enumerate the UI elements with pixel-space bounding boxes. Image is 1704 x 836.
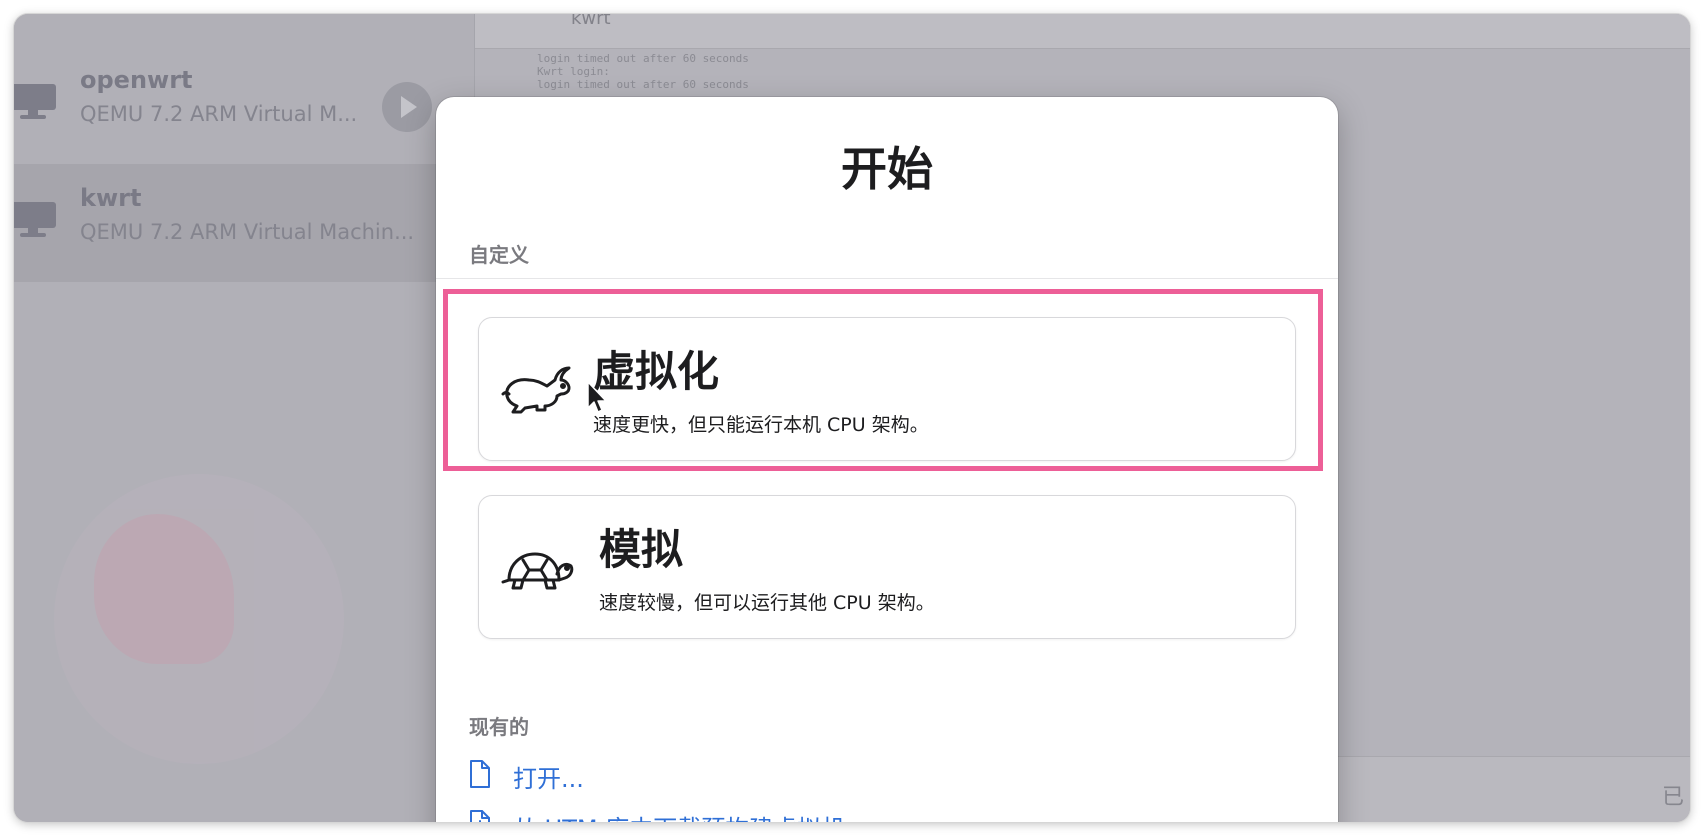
log-line: Kwrt login: [537, 65, 610, 78]
vm-sidebar: openwrt QEMU 7.2 ARM Virtual M... kwrt Q… [14, 14, 474, 822]
console-log: login timed out after 60 seconds Kwrt log… [537, 52, 749, 91]
log-line: login timed out after 60 seconds [537, 78, 749, 91]
monitor-icon [14, 84, 56, 119]
option-subtitle: 速度较慢，但可以运行其他 CPU 架构。 [599, 592, 935, 614]
vm-list-item-kwrt[interactable]: kwrt QEMU 7.2 ARM Virtual Machin... [14, 164, 474, 282]
app-window: openwrt QEMU 7.2 ARM Virtual M... kwrt Q… [14, 14, 1690, 822]
option-subtitle: 速度更快，但只能运行本机 CPU 架构。 [593, 414, 929, 436]
link-label: 从 UTM 库中下载预构建虚拟机... [513, 809, 868, 822]
vm-name: kwrt [80, 184, 142, 212]
play-button[interactable] [382, 82, 432, 132]
mouse-cursor-icon [587, 381, 607, 413]
emulate-option-button[interactable]: 模拟 速度较慢，但可以运行其他 CPU 架构。 [478, 495, 1296, 639]
section-label-existing: 现有的 [469, 715, 529, 739]
vm-name: openwrt [80, 66, 193, 94]
option-title: 虚拟化 [593, 347, 720, 396]
rabbit-icon [501, 366, 571, 414]
vm-description: QEMU 7.2 ARM Virtual Machin... [80, 220, 415, 244]
download-document-icon [470, 810, 490, 822]
section-label-custom: 自定义 [469, 243, 529, 267]
link-label: 打开... [513, 765, 584, 793]
console-title: kwrt [571, 14, 611, 29]
monitor-icon [14, 202, 56, 237]
divider [436, 278, 1338, 279]
log-line: login timed out after 60 seconds [537, 52, 749, 65]
document-icon [470, 760, 490, 788]
open-link[interactable]: 打开... [469, 759, 769, 793]
console-header: kwrt [475, 14, 1690, 49]
start-dialog: 开始 自定义 虚拟化 速度更快，但只能运行本机 CPU 架构。 模拟 速度较慢，… [436, 97, 1338, 822]
status-text: 已 [1661, 785, 1684, 810]
vm-description: QEMU 7.2 ARM Virtual M... [80, 102, 358, 126]
utm-logo-background [54, 474, 344, 764]
download-prebuilt-link[interactable]: 从 UTM 库中下载预构建虚拟机... [469, 809, 969, 822]
turtle-icon [501, 552, 574, 590]
option-title: 模拟 [599, 525, 684, 574]
dialog-title: 开始 [841, 142, 933, 196]
